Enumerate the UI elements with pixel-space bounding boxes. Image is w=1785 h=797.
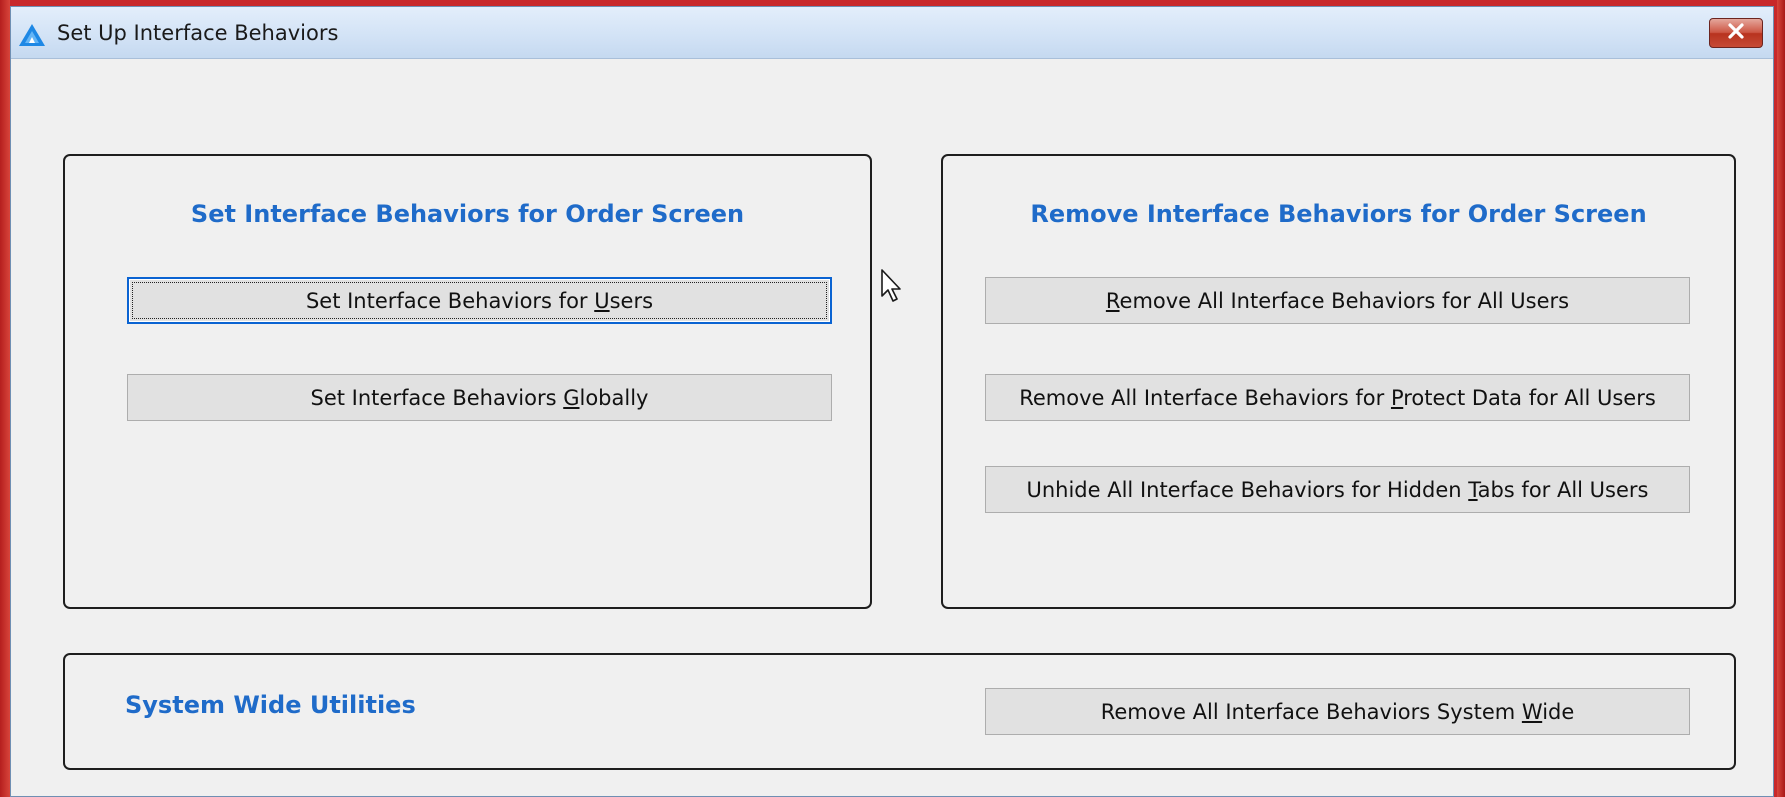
button-label: Remove All Interface Behaviors for All U… bbox=[1105, 288, 1570, 313]
button-label: Remove All Interface Behaviors for Prote… bbox=[1019, 385, 1656, 410]
button-label: Unhide All Interface Behaviors for Hidde… bbox=[1026, 477, 1649, 502]
desktop-background-right bbox=[1777, 0, 1785, 797]
button-label: Set Interface Behaviors Globally bbox=[310, 385, 649, 410]
remove-behaviors-group: Remove Interface Behaviors for Order Scr… bbox=[941, 154, 1736, 609]
remove-protect-data-button[interactable]: Remove All Interface Behaviors for Prote… bbox=[985, 374, 1690, 421]
system-group-title: System Wide Utilities bbox=[125, 691, 416, 719]
app-logo-triangle-icon bbox=[18, 23, 46, 47]
button-label: Remove All Interface Behaviors System Wi… bbox=[1100, 699, 1575, 724]
title-bar: Set Up Interface Behaviors bbox=[11, 7, 1773, 59]
button-label: Set Interface Behaviors for Users bbox=[305, 288, 654, 313]
desktop-background bbox=[0, 0, 10, 797]
set-group-title: Set Interface Behaviors for Order Screen bbox=[190, 200, 745, 228]
close-icon bbox=[1726, 22, 1746, 44]
dialog-window: Set Up Interface Behaviors Set Interface… bbox=[10, 6, 1774, 797]
set-globally-button[interactable]: Set Interface Behaviors Globally bbox=[127, 374, 832, 421]
window-title: Set Up Interface Behaviors bbox=[57, 21, 339, 45]
mouse-pointer-icon bbox=[880, 268, 906, 304]
set-behaviors-group: Set Interface Behaviors for Order Screen… bbox=[63, 154, 872, 609]
remove-system-wide-button[interactable]: Remove All Interface Behaviors System Wi… bbox=[985, 688, 1690, 735]
close-button[interactable] bbox=[1709, 18, 1763, 48]
unhide-hidden-tabs-button[interactable]: Unhide All Interface Behaviors for Hidde… bbox=[985, 466, 1690, 513]
remove-all-for-all-users-button[interactable]: Remove All Interface Behaviors for All U… bbox=[985, 277, 1690, 324]
system-wide-group: System Wide Utilities Remove All Interfa… bbox=[63, 653, 1736, 770]
set-for-users-button[interactable]: Set Interface Behaviors for Users bbox=[127, 277, 832, 324]
remove-group-title: Remove Interface Behaviors for Order Scr… bbox=[1030, 200, 1647, 228]
